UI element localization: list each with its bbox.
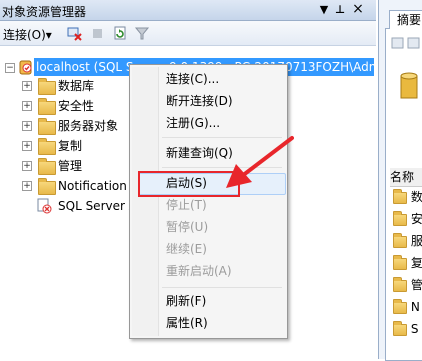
expand-icon[interactable]: + [22, 161, 32, 171]
folder-icon [38, 98, 56, 115]
list-item[interactable]: 数 [393, 188, 422, 206]
tree-item-label: 管理 [58, 159, 83, 173]
context-menu: 连接(C)... 断开连接(D) 注册(G)... 新建查询(Q) 启动(S) … [129, 64, 288, 339]
menu-item-properties[interactable]: 属性(R) [166, 313, 208, 333]
annotation-arrow-icon [226, 136, 294, 188]
folder-icon [393, 188, 407, 204]
sync-icon[interactable] [407, 36, 421, 50]
folder-icon [393, 298, 407, 314]
folder-icon [393, 210, 407, 226]
folder-icon [38, 138, 56, 155]
tree-item-label: 安全性 [58, 99, 95, 113]
disconnect-icon[interactable] [66, 25, 82, 41]
database-icon [400, 72, 418, 99]
list-item[interactable]: N [393, 298, 420, 316]
list-item-label: S [410, 322, 419, 336]
refresh-icon[interactable] [112, 25, 128, 41]
expand-icon[interactable]: + [22, 101, 32, 111]
menu-item-disconnect[interactable]: 断开连接(D) [166, 91, 233, 111]
menu-item-restart[interactable]: 重新启动(A) [166, 261, 232, 281]
tree-item-label: 数据库 [58, 79, 95, 93]
tab-summary[interactable]: 摘要 [389, 10, 422, 29]
close-icon[interactable]: × [352, 2, 364, 16]
folder-icon [38, 158, 56, 175]
summary-panel: 摘要 名称 数 安 服 复 管 N S [378, 0, 422, 361]
list-item-label: N [410, 300, 420, 314]
list-item-label: 复 [410, 256, 422, 270]
server-icon [19, 60, 32, 75]
menu-separator [162, 287, 282, 288]
expand-icon[interactable]: + [22, 81, 32, 91]
dropdown-icon[interactable]: ▼ [318, 3, 330, 17]
filter-icon[interactable] [134, 25, 150, 41]
expand-icon[interactable]: + [22, 141, 32, 151]
expand-icon[interactable]: + [22, 121, 32, 131]
list-item-label: 管 [410, 278, 422, 292]
folder-icon [38, 178, 56, 195]
folder-icon [38, 118, 56, 135]
folder-icon [393, 232, 407, 248]
folder-icon [393, 276, 407, 292]
menu-item-resume[interactable]: 继续(E) [166, 239, 207, 259]
list-item-label: 服 [410, 234, 422, 248]
list-item[interactable]: 复 [393, 254, 422, 272]
connect-button[interactable]: 连接(O)▾ [3, 26, 52, 43]
menu-item-stop[interactable]: 停止(T) [166, 195, 207, 215]
explorer-toolbar: 连接(O)▾ [0, 21, 376, 46]
list-item[interactable]: S [393, 320, 418, 338]
agent-icon [37, 198, 52, 214]
menu-item-register[interactable]: 注册(G)... [166, 113, 220, 133]
folder-icon [38, 78, 56, 95]
folder-icon [393, 254, 407, 270]
folder-icon [393, 320, 407, 336]
list-item[interactable]: 管 [393, 276, 422, 294]
panel-title-bar: 对象资源管理器 ▼ ⊥ × [0, 0, 376, 21]
pin-icon[interactable]: ⊥ [334, 3, 346, 17]
collapse-icon[interactable]: − [5, 63, 15, 73]
panel-title: 对象资源管理器 [2, 5, 87, 19]
tree-item-label: 复制 [58, 139, 83, 153]
expand-icon[interactable]: + [22, 181, 32, 191]
menu-item-pause[interactable]: 暂停(U) [166, 217, 208, 237]
column-header-name[interactable]: 名称 [390, 168, 422, 187]
list-item[interactable]: 安 [393, 210, 422, 228]
list-item-label: 数 [410, 190, 422, 204]
list-item[interactable]: 服 [393, 232, 422, 250]
stop-icon[interactable] [90, 25, 106, 41]
list-item-label: 安 [410, 212, 422, 226]
menu-icon-gutter [132, 67, 159, 336]
menu-item-refresh[interactable]: 刷新(F) [166, 291, 206, 311]
back-icon[interactable] [391, 36, 405, 50]
tree-item-label: 服务器对象 [58, 119, 119, 133]
menu-item-connect[interactable]: 连接(C)... [166, 69, 219, 89]
